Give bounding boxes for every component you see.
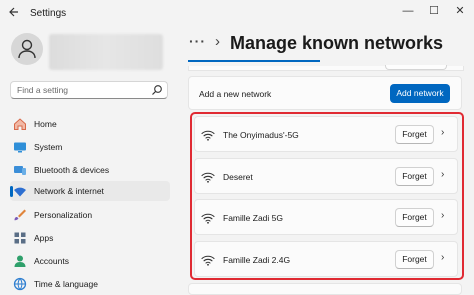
window-title: Settings	[30, 8, 67, 19]
sidebar-item-bluetooth-devices[interactable]: Bluetooth & devices	[10, 160, 170, 180]
home-icon	[14, 118, 26, 130]
sidebar-item-home[interactable]: Home	[10, 114, 170, 134]
search-box[interactable]: Find a setting	[10, 81, 168, 99]
account-name-redacted	[49, 34, 163, 70]
globe-icon	[13, 277, 27, 291]
sidebar-item-system[interactable]: System	[10, 137, 170, 157]
sidebar-item-time-language[interactable]: Time & language	[10, 274, 170, 294]
sidebar-item-label: Home	[34, 119, 57, 129]
breadcrumb-overflow-button[interactable]: ···	[189, 33, 206, 49]
sidebar-item-apps[interactable]: Apps	[10, 228, 170, 248]
bluetooth-icon	[14, 166, 26, 175]
back-arrow-icon[interactable]	[6, 6, 22, 22]
add-network-button[interactable]: Add network	[390, 84, 450, 103]
search-input[interactable]: Find a setting	[17, 85, 68, 95]
previous-button-edge	[385, 65, 447, 70]
title-bar: Settings — ☐ ✕	[0, 0, 474, 28]
sidebar-item-label: Personalization	[34, 210, 93, 220]
wifi-icon	[14, 187, 26, 197]
sidebar-item-label: System	[34, 142, 63, 152]
add-network-label: Add a new network	[199, 89, 272, 99]
sidebar-item-label: Apps	[34, 233, 54, 243]
sidebar-item-accounts[interactable]: Accounts	[10, 251, 170, 271]
maximize-button[interactable]: ☐	[424, 3, 444, 19]
breadcrumb-chevron-icon: ›	[215, 33, 220, 50]
sidebar-item-label: Time & language	[34, 279, 98, 289]
sidebar-item-label: Network & internet	[34, 186, 104, 196]
minimize-button[interactable]: —	[398, 3, 418, 19]
sidebar-item-network-internet[interactable]: Network & internet	[10, 181, 170, 201]
avatar[interactable]	[11, 33, 43, 65]
brush-icon	[14, 209, 26, 221]
system-icon	[14, 142, 26, 153]
sidebar-item-label: Accounts	[34, 256, 69, 266]
search-icon[interactable]	[151, 84, 163, 96]
accounts-icon	[14, 255, 26, 267]
sidebar-item-personalization[interactable]: Personalization	[10, 205, 170, 225]
highlight-annotation-box	[190, 112, 464, 280]
page-title: Manage known networks	[230, 33, 444, 53]
apps-icon	[14, 232, 26, 244]
next-row-edge	[188, 283, 462, 295]
sidebar-item-label: Bluetooth & devices	[34, 165, 110, 175]
close-button[interactable]: ✕	[450, 3, 470, 19]
scroll-indicator	[188, 60, 320, 62]
person-icon	[18, 39, 36, 59]
add-network-row: Add a new network Add network	[188, 76, 462, 110]
